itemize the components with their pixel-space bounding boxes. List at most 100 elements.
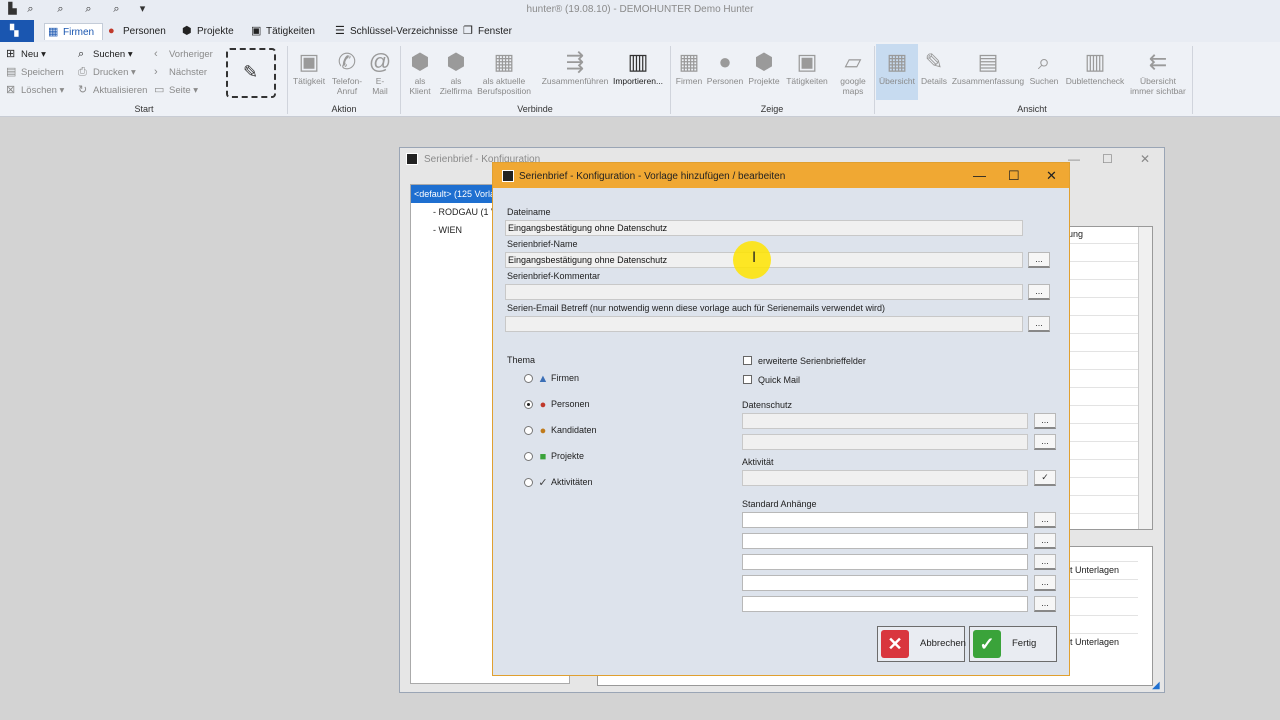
telefon-button[interactable]: ✆ Telefon- Anruf [329, 48, 365, 96]
resize-grip-icon[interactable]: ◢ [1152, 680, 1160, 691]
zusammenfuehren-button[interactable]: ⇶ Zusammenführen [540, 48, 610, 86]
importieren-button[interactable]: ▥ Importieren... [612, 48, 664, 86]
menu-personen[interactable]: ● Personen [108, 23, 166, 40]
suchen-label: Suchen [93, 49, 126, 60]
thema-aktivitaeten-radio[interactable] [524, 478, 533, 487]
kommentar-browse-button[interactable]: ... [1028, 284, 1050, 300]
betreff-field[interactable] [505, 316, 1023, 332]
app-menu-button[interactable]: ▚ [0, 20, 34, 42]
datenschutz-field-1[interactable] [742, 413, 1028, 429]
dublettencheck-label: Dublettencheck [1065, 76, 1125, 86]
thema-personen-radio[interactable] [524, 400, 533, 409]
vorheriger-button[interactable]: ‹ Vorheriger [154, 46, 213, 63]
seite-button[interactable]: ▭ Seite ▾ [154, 82, 198, 99]
calendar-icon: ▣ [298, 49, 320, 74]
group-separator [670, 46, 671, 114]
group-label-ansicht: Ansicht [1017, 104, 1047, 114]
drucken-button[interactable]: ⎙ Drucken ▾ [78, 64, 136, 81]
thema-projekte-radio[interactable] [524, 452, 533, 461]
aktivitaet-pick-button[interactable]: ✓ [1034, 470, 1056, 486]
suchen-button[interactable]: ⌕ Suchen ▾ [78, 46, 133, 63]
menu-schluessel[interactable]: ☰ Schlüssel-Verzeichnisse [335, 23, 458, 40]
menu-projekte[interactable]: ⬢ Projekte [182, 23, 234, 40]
attach-button[interactable]: ✎ [226, 48, 276, 98]
check-icon: ✓ [538, 477, 548, 489]
anhang-field-5[interactable] [742, 596, 1028, 612]
anhang-field-1[interactable] [742, 512, 1028, 528]
minimize-icon[interactable]: — [973, 168, 986, 183]
datenschutz-field-2[interactable] [742, 434, 1028, 450]
ok-check-icon: ✓ [973, 630, 1001, 658]
grid-header: ung [1068, 229, 1084, 239]
datenschutz-browse-button-2[interactable]: ... [1034, 434, 1056, 450]
merge-icon: ⇶ [565, 49, 585, 74]
immer-sichtbar-button[interactable]: ⇇ Übersicht immer sichtbar [1128, 48, 1188, 96]
candidate-icon: ● [539, 425, 547, 437]
vertical-scrollbar[interactable] [1138, 227, 1152, 529]
dateiname-field[interactable]: Eingangsbestätigung ohne Datenschutz [505, 220, 1023, 236]
betreff-browse-button[interactable]: ... [1028, 316, 1050, 332]
cancel-x-icon: ✕ [881, 630, 909, 658]
naechster-button[interactable]: › Nächster [154, 64, 207, 81]
uebersicht-button[interactable]: ▦ Übersicht [876, 44, 918, 100]
abbrechen-label: Abbrechen [920, 638, 966, 649]
zeige-taetigkeiten-button[interactable]: ▣ Tätigkeiten [784, 48, 830, 86]
ansicht-suchen-button[interactable]: ⌕ Suchen [1026, 48, 1062, 86]
aktualisieren-button[interactable]: ↻ Aktualisieren [78, 82, 147, 99]
als-klient-label: als Klient [409, 76, 431, 96]
berufsposition-button[interactable]: ▦ als aktuelle Berufsposition [474, 48, 534, 96]
chevron-right-icon: › [154, 66, 158, 78]
quickmail-checkbox[interactable] [743, 375, 752, 384]
aktivitaet-label: Aktivität [742, 457, 774, 467]
zeige-firmen-button[interactable]: ▦ Firmen [673, 48, 705, 86]
name-browse-button[interactable]: ... [1028, 252, 1050, 268]
abbrechen-button[interactable]: ✕ Abbrechen [877, 626, 966, 662]
maximize-icon[interactable]: ☐ [1008, 168, 1020, 184]
menu-firmen[interactable]: ▦ Firmen [44, 23, 104, 40]
aktivitaet-field[interactable] [742, 470, 1028, 486]
als-klient-button[interactable]: ⬢ als Klient [402, 48, 438, 96]
thema-kandidaten-radio[interactable] [524, 426, 533, 435]
neu-button[interactable]: ⊞ Neu ▾ [6, 46, 46, 63]
anhang-field-4[interactable] [742, 575, 1028, 591]
close-icon[interactable]: ✕ [1140, 152, 1150, 166]
datenschutz-browse-button-1[interactable]: ... [1034, 413, 1056, 429]
details-button[interactable]: ✎ Details [918, 48, 950, 86]
anhang-browse-button-2[interactable]: ... [1034, 533, 1056, 549]
zusammenfuehren-label: Zusammenführen [541, 76, 609, 86]
anhang-browse-button-3[interactable]: ... [1034, 554, 1056, 570]
googlemaps-button[interactable]: ▱ google maps [834, 48, 872, 96]
text-cursor-icon: I [752, 250, 757, 266]
maximize-icon[interactable]: ☐ [1102, 152, 1113, 166]
list-icon: ☰ [335, 25, 345, 37]
menu-fenster[interactable]: ❐ Fenster [463, 23, 512, 40]
speichern-button[interactable]: ▤ Speichern [6, 64, 64, 81]
chevron-left-icon: ‹ [154, 48, 158, 60]
zeige-projekte-button[interactable]: ⬢ Projekte [745, 48, 783, 86]
als-zielfirma-button[interactable]: ⬢ als Zielfirma [437, 48, 475, 96]
telefon-label: Telefon- Anruf [331, 76, 363, 96]
taetigkeit-button[interactable]: ▣ Tätigkeit [290, 48, 328, 86]
anhang-browse-button-5[interactable]: ... [1034, 596, 1056, 612]
email-button[interactable]: @ E- Mail [366, 48, 394, 96]
zeige-personen-button[interactable]: ● Personen [706, 48, 744, 86]
loeschen-button[interactable]: ⊠ Löschen ▾ [6, 82, 64, 99]
fertig-button[interactable]: ✓ Fertig [969, 626, 1057, 662]
menu-taetigkeiten[interactable]: ▣ Tätigkeiten [251, 23, 315, 40]
zusammenfassung-button[interactable]: ▤ Zusammenfassung [950, 48, 1026, 86]
building-icon: ▲ [537, 373, 549, 385]
page-icon: ▭ [154, 84, 165, 96]
erweiterte-checkbox[interactable] [743, 356, 752, 365]
paperclip-icon: ✎ [243, 62, 259, 82]
anhang-browse-button-1[interactable]: ... [1034, 512, 1056, 528]
anhang-field-3[interactable] [742, 554, 1028, 570]
box-icon: ⬢ [182, 25, 192, 37]
dublettencheck-button[interactable]: ▥ Dublettencheck [1062, 48, 1128, 86]
anhang-browse-button-4[interactable]: ... [1034, 575, 1056, 591]
thema-firmen-radio[interactable] [524, 374, 533, 383]
kommentar-field[interactable] [505, 284, 1023, 300]
aktualisieren-label: Aktualisieren [93, 85, 148, 96]
close-icon[interactable]: ✕ [1046, 168, 1057, 184]
anhang-field-2[interactable] [742, 533, 1028, 549]
kommentar-label: Serienbrief-Kommentar [507, 271, 601, 281]
